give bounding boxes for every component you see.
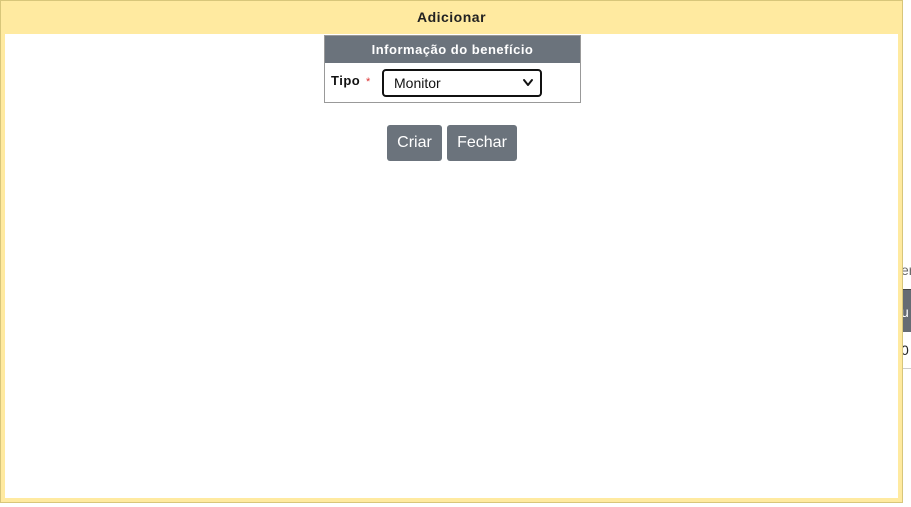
panel-header: Informação do benefício — [325, 36, 580, 63]
dialog-body: Informação do benefício Tipo * Monitor C… — [5, 34, 898, 498]
create-button[interactable]: Criar — [387, 125, 442, 161]
tipo-select-value: Monitor — [394, 75, 441, 91]
required-marker: * — [366, 76, 371, 88]
add-dialog: Adicionar Informação do benefício Tipo *… — [0, 0, 903, 503]
tipo-select[interactable]: Monitor — [382, 69, 542, 97]
tipo-label: Tipo — [331, 73, 361, 88]
dialog-title: Adicionar — [416, 9, 487, 25]
close-button[interactable]: Fechar — [447, 125, 517, 161]
benefit-info-panel: Informação do benefício Tipo * Monitor — [324, 35, 581, 103]
chevron-down-icon — [523, 79, 533, 86]
tipo-field-row: Tipo * Monitor — [325, 63, 580, 103]
